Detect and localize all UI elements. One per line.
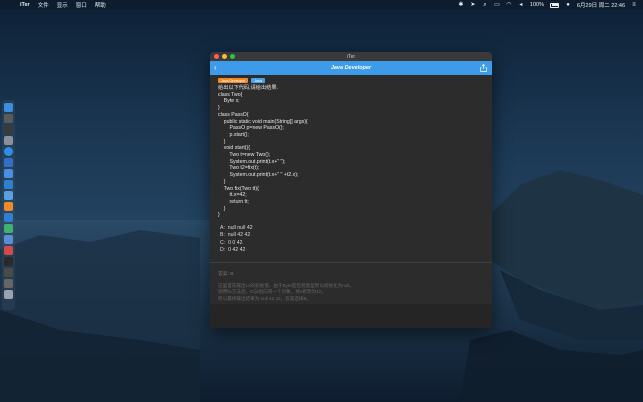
question-line: return tt; [218, 198, 249, 205]
menu-file[interactable]: 文件 [38, 1, 49, 9]
menu-app-name[interactable]: iTer [20, 2, 30, 8]
user-icon[interactable]: ● [565, 2, 571, 8]
volume-icon[interactable]: ◂ [518, 2, 524, 8]
tag-badge[interactable]: Java Developer [218, 78, 249, 83]
option-d[interactable]: D: 0 42 42 [220, 247, 492, 254]
dock-app-icon[interactable] [4, 191, 13, 200]
question-line: Two t=new Two(); [218, 152, 271, 159]
nav-title: Java Developer [330, 65, 372, 71]
dock-terminal-icon[interactable] [4, 257, 13, 266]
question-line: } [218, 212, 220, 219]
apple-icon[interactable] [6, 2, 12, 8]
question-line: Byte x; [218, 98, 240, 105]
question-line: Two fix(Two tt){ [218, 185, 259, 192]
menu-help[interactable]: 帮助 [95, 1, 106, 9]
dock [2, 100, 15, 310]
menu-view[interactable]: 显示 [57, 1, 68, 9]
question-line: class PassO{ [218, 111, 249, 118]
nav-bar: ‹ Java Developer [210, 61, 492, 75]
question-line: public static void main(String[] args){ [218, 118, 308, 125]
dock-trash-icon[interactable] [4, 290, 13, 299]
question-line: 给出以下代码,请给出结果. [218, 85, 278, 91]
share-icon[interactable] [480, 64, 487, 72]
dock-app-icon[interactable] [4, 125, 13, 134]
battery-icon[interactable] [550, 2, 559, 8]
option-a[interactable]: A: null null 42 [220, 225, 492, 232]
dock-app-icon[interactable] [4, 158, 13, 167]
dock-app-icon[interactable] [4, 169, 13, 178]
control-center-icon[interactable]: ≡ [631, 2, 637, 8]
answer-text: 答案: B [218, 272, 234, 278]
option-b[interactable]: B: null 42 42 [220, 232, 492, 239]
menu-window[interactable]: 窗口 [76, 1, 87, 9]
tag-badge[interactable]: Java [251, 78, 265, 83]
window-footer [210, 304, 492, 328]
dock-launchpad-icon[interactable] [4, 136, 13, 145]
dock-finder-icon[interactable] [4, 103, 13, 112]
dock-safari-icon[interactable] [4, 147, 13, 156]
dock-app-icon[interactable] [4, 268, 13, 277]
app-window: iTer ‹ Java Developer Java Developer Jav… [210, 52, 492, 328]
bluetooth-icon[interactable]: ✱ [458, 2, 464, 8]
question-line: class Two{ [218, 91, 243, 98]
window-title: iTer [346, 53, 356, 60]
dock-app-icon[interactable] [4, 180, 13, 189]
dock-app-icon[interactable] [4, 114, 13, 123]
option-c[interactable]: C: 0 0 42 [220, 240, 492, 247]
battery-percent: 100% [529, 2, 544, 8]
dock-vscode-icon[interactable] [4, 213, 13, 222]
dock-app-icon[interactable] [4, 279, 13, 288]
menu-bar: iTer 文件 显示 窗口 帮助 ✱ ➤ ⌕ ▭ ◠ ◂ 100% ● 6月29… [0, 0, 643, 10]
display-icon[interactable]: ▭ [494, 2, 500, 8]
dock-sublime-icon[interactable] [4, 202, 13, 211]
question-line: System.out.print(t.x+" "); [218, 158, 286, 165]
question-line: } [218, 105, 220, 112]
question-line: PassO p=new PassO(); [218, 125, 284, 132]
explanation-text: 这里首先输出t.x的初始值，由于Byte是包装类型所以初始化为null。 调用f… [210, 277, 492, 302]
question-line: } [218, 178, 226, 185]
question-line: System.out.print(t.x+" " +t2.x); [218, 172, 299, 179]
question-line: } [218, 138, 226, 145]
question-line: tt.x=42; [218, 192, 247, 199]
window-titlebar[interactable]: iTer [210, 52, 492, 61]
back-chevron-icon[interactable]: ‹ [214, 63, 217, 73]
question-line: void start(){ [218, 145, 250, 152]
options-list: A: null null 42 B: null 42 42 C: 0 0 42 … [210, 219, 492, 255]
dock-app-icon[interactable] [4, 246, 13, 255]
dock-app-icon[interactable] [4, 235, 13, 244]
question-line: } [218, 205, 226, 212]
question-line: Two t2=fix(t); [218, 165, 260, 172]
tag-list: Java Developer Java [210, 75, 492, 83]
dock-app-icon[interactable] [4, 224, 13, 233]
location-icon[interactable]: ➤ [470, 2, 476, 8]
menu-clock[interactable]: 6月29日 周二 22:46 [577, 1, 625, 9]
explanation-line: 所以最终输出结果为 null 42 42，答案选择B。 [218, 295, 312, 301]
question-text: 给出以下代码,请给出结果. class Two{ Byte x;} class Pa… [210, 83, 492, 219]
wifi-icon[interactable]: ◠ [506, 2, 512, 8]
search-icon[interactable]: ⌕ [482, 2, 488, 8]
status-area: ✱ ➤ ⌕ ▭ ◠ ◂ 100% ● 6月29日 周二 22:46 ≡ [458, 1, 637, 9]
question-line: p.start(); [218, 131, 249, 138]
